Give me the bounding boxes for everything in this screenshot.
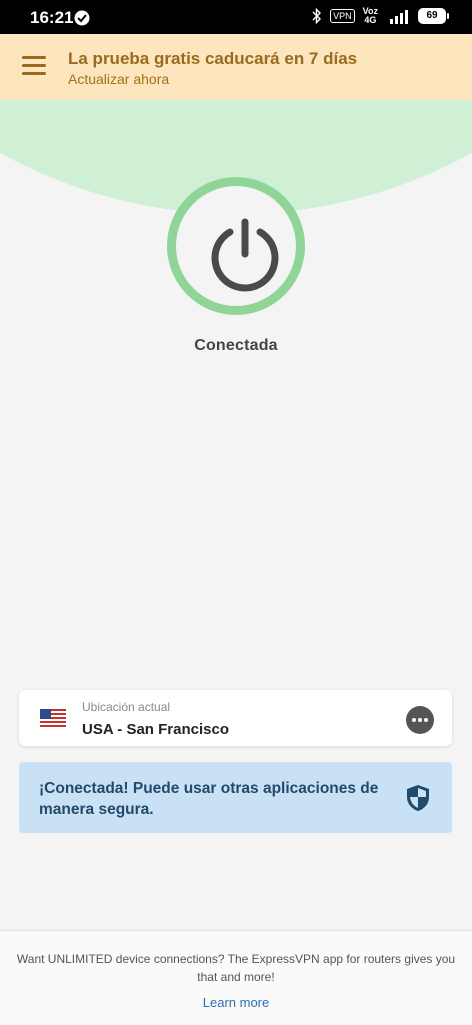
power-icon xyxy=(211,218,279,292)
status-bar: 16:21 VPN Voz 4G 69 xyxy=(0,0,472,34)
us-flag-icon xyxy=(40,709,66,727)
current-location-value: USA - San Francisco xyxy=(82,721,229,738)
vpn-badge: VPN xyxy=(330,9,355,23)
trial-expiry-title: La prueba gratis caducará en 7 días xyxy=(68,49,358,68)
bluetooth-icon xyxy=(312,7,322,25)
status-time: 16:21 xyxy=(30,8,74,27)
power-button[interactable] xyxy=(167,177,305,315)
signal-icon xyxy=(390,10,408,24)
connection-status: Conectada xyxy=(194,337,278,354)
connected-info-box: ¡Conectada! Puede usar otras aplicacione… xyxy=(19,762,452,833)
current-location-label: Ubicación actual xyxy=(82,700,171,714)
router-promo-text: Want UNLIMITED device connections? The E… xyxy=(16,952,456,984)
shield-icon xyxy=(407,785,429,811)
network-type: Voz 4G xyxy=(363,7,378,25)
more-options-icon[interactable] xyxy=(406,706,434,734)
battery-icon: 69 xyxy=(418,8,449,24)
upgrade-now-link[interactable]: Actualizar ahora xyxy=(68,71,169,87)
status-icons: VPN Voz 4G 69 xyxy=(312,7,449,25)
location-card[interactable]: Ubicación actual USA - San Francisco xyxy=(19,690,452,746)
network-type-bottom: 4G xyxy=(364,15,377,25)
footer-promo: Want UNLIMITED device connections? The E… xyxy=(0,930,472,1025)
menu-icon[interactable] xyxy=(22,56,46,76)
connected-info-message: ¡Conectada! Puede usar otras aplicacione… xyxy=(39,780,379,818)
notification-app-icon xyxy=(74,10,90,26)
learn-more-link[interactable]: Learn more xyxy=(0,995,472,1010)
